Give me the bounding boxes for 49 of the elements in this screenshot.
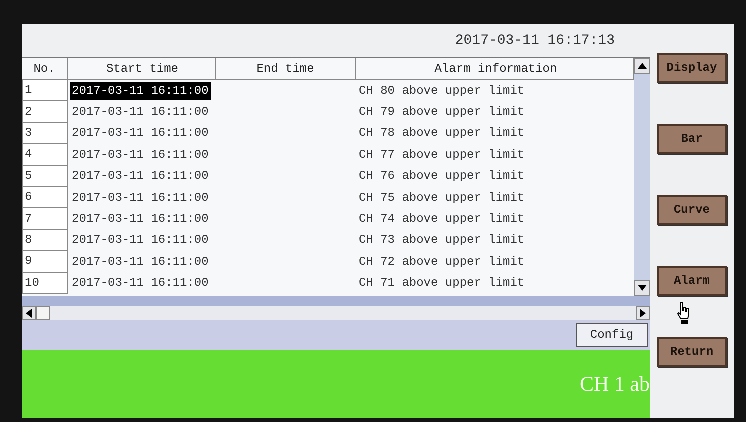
table-cell[interactable]: 2017-03-11 16:11:00 xyxy=(70,103,211,122)
row-number: 1 xyxy=(22,80,68,102)
column-header: Start time xyxy=(68,58,216,80)
scroll-up-icon[interactable] xyxy=(634,58,650,74)
nav-button[interactable]: Bar xyxy=(657,124,727,154)
ticker-text: CH 1 ab xyxy=(580,372,650,396)
scroll-thumb[interactable] xyxy=(36,306,50,320)
column-header: Alarm information xyxy=(356,58,634,80)
vertical-scrollbar[interactable] xyxy=(634,58,650,296)
row-number: 8 xyxy=(22,230,68,252)
row-number: 10 xyxy=(22,272,68,294)
date-time: 2017-03-11 16:17:13 xyxy=(455,32,615,48)
nav-button[interactable]: Display xyxy=(657,53,727,83)
scroll-right-icon[interactable] xyxy=(636,306,650,320)
table-cell[interactable]: 2017-03-11 16:11:00 xyxy=(70,252,211,271)
row-number: 7 xyxy=(22,208,68,230)
table-cell: CH 76 above upper limit xyxy=(359,169,525,184)
row-number: 2 xyxy=(22,101,68,123)
table-cell: CH 72 above upper limit xyxy=(359,254,525,269)
table-cell[interactable]: 2017-03-11 16:11:00 xyxy=(70,124,211,142)
scroll-left-icon[interactable] xyxy=(22,306,36,320)
table-cell[interactable]: 2017-03-11 16:11:00 xyxy=(70,210,211,228)
scroll-down-icon[interactable] xyxy=(634,280,650,296)
row-number: 9 xyxy=(22,251,68,273)
row-number: 4 xyxy=(22,144,68,166)
table-cell[interactable]: 2017-03-11 16:11:00 xyxy=(70,82,211,100)
config-button[interactable]: Config xyxy=(576,323,648,347)
table-cell[interactable]: 2017-03-11 16:11:00 xyxy=(70,167,211,186)
horizontal-scrollbar[interactable] xyxy=(22,306,650,320)
table-cell: CH 77 above upper limit xyxy=(359,148,525,162)
nav-button[interactable]: Return xyxy=(657,337,727,367)
table-cell: CH 75 above upper limit xyxy=(359,190,525,205)
table-cell: CH 80 above upper limit xyxy=(359,84,525,98)
table-cell: CH 79 above upper limit xyxy=(359,105,525,120)
nav-button[interactable]: Alarm xyxy=(657,266,727,296)
table-cell[interactable]: 2017-03-11 16:11:00 xyxy=(70,274,211,292)
table-cell[interactable]: 2017-03-11 16:11:00 xyxy=(70,146,211,164)
row-number: 3 xyxy=(22,122,68,144)
table-cell[interactable]: 2017-03-11 16:11:00 xyxy=(70,188,211,207)
table-cell: CH 74 above upper limit xyxy=(359,212,525,226)
column-header: End time xyxy=(216,58,356,80)
table-cell[interactable]: 2017-03-11 16:11:00 xyxy=(70,231,211,250)
hand-cursor-icon xyxy=(677,302,691,324)
row-number: 5 xyxy=(22,166,68,187)
table-cell: CH 73 above upper limit xyxy=(359,233,525,248)
table-cell: CH 71 above upper limit xyxy=(359,276,525,290)
table-cell: CH 78 above upper limit xyxy=(359,126,525,140)
row-number: 6 xyxy=(22,186,68,208)
nav-button[interactable]: Curve xyxy=(657,195,727,225)
